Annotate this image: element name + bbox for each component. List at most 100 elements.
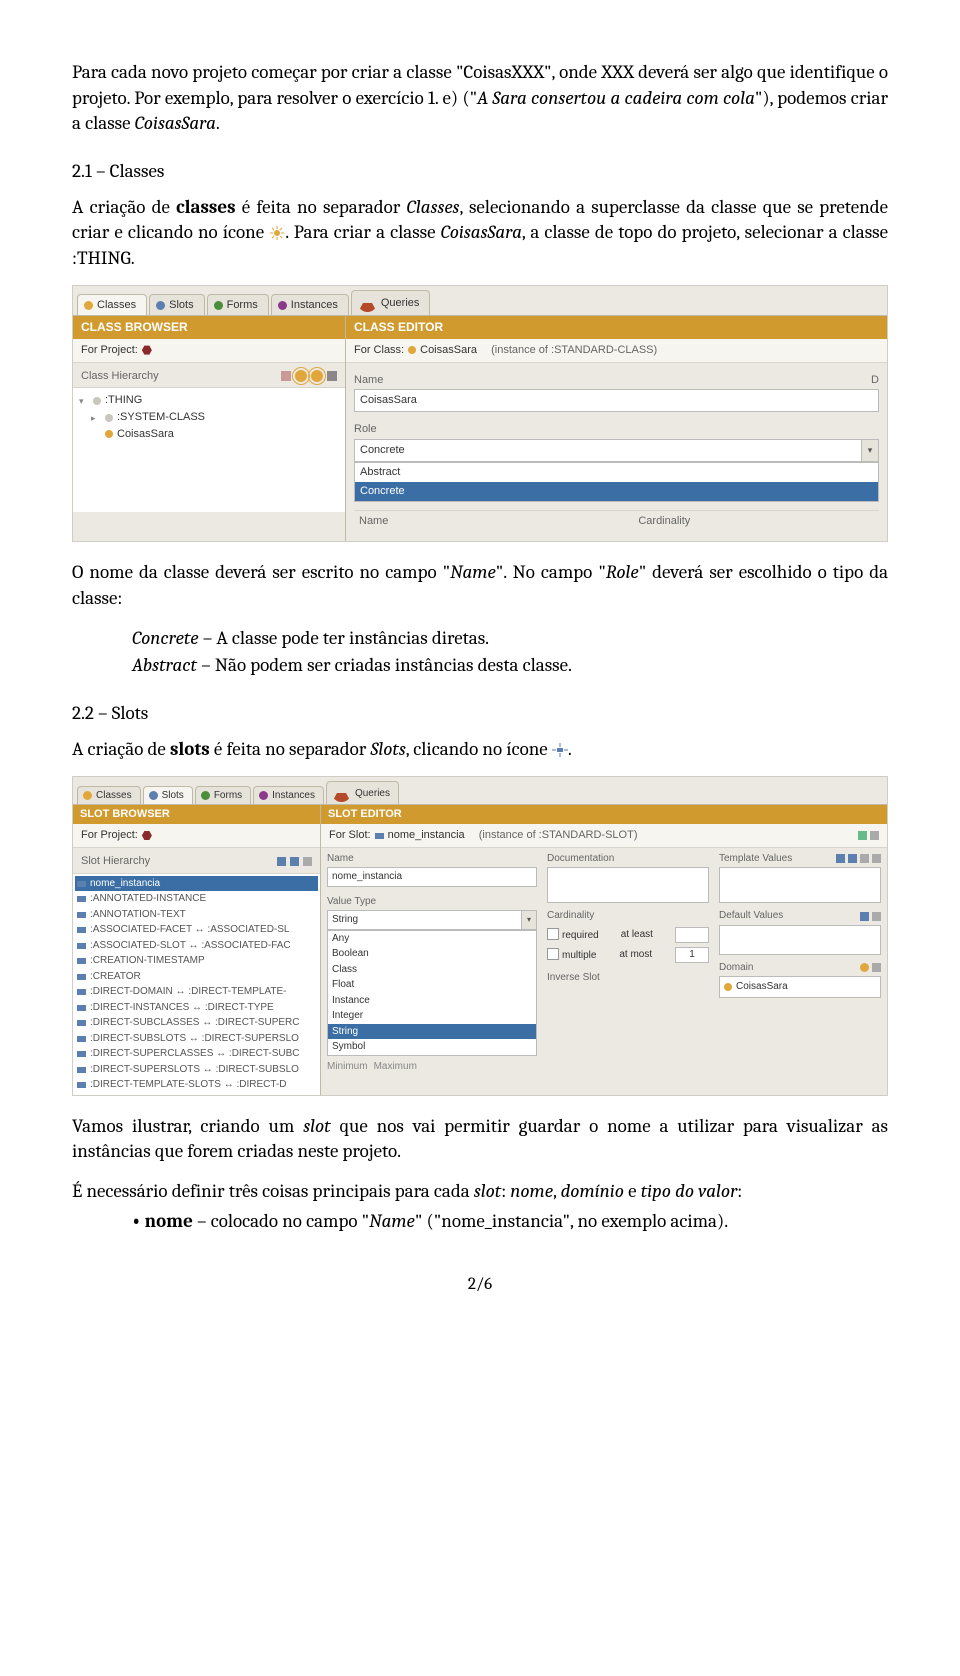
tree-item[interactable]: :ASSOCIATED-FACET ↔ :ASSOCIATED-SL bbox=[75, 922, 318, 938]
multiple-checkbox[interactable] bbox=[547, 948, 559, 960]
vt-option[interactable]: Boolean bbox=[328, 946, 536, 962]
vt-option[interactable]: Integer bbox=[328, 1008, 536, 1024]
classes-icon bbox=[84, 301, 93, 310]
tree-item-coisassara[interactable]: CoisasSara bbox=[77, 426, 341, 443]
minimum-label: Minimum bbox=[327, 1060, 368, 1074]
for-project-row: For Project: bbox=[73, 824, 320, 848]
edit-icon[interactable] bbox=[848, 854, 857, 863]
template-values-box[interactable] bbox=[719, 867, 881, 903]
chevron-down-icon[interactable]: ▾ bbox=[522, 910, 537, 930]
section-2-1-title: 2.1 – Classes bbox=[72, 159, 888, 185]
at-least-input[interactable] bbox=[675, 927, 709, 943]
default-values-label: Default Values bbox=[719, 909, 783, 923]
cardinality-label: Cardinality bbox=[547, 909, 594, 923]
tree-item[interactable]: :CREATION-TIMESTAMP bbox=[75, 953, 318, 969]
tree-item[interactable]: :DIRECT-SUBCLASSES ↔ :DIRECT-SUPERC bbox=[75, 1015, 318, 1031]
paragraph-classes: A criação de classes é feita no separado… bbox=[72, 195, 888, 272]
domain-box[interactable]: CoisasSara bbox=[719, 976, 881, 998]
at-most-input[interactable]: 1 bbox=[675, 947, 709, 963]
role-options-list[interactable]: Abstract Concrete bbox=[354, 462, 879, 502]
view-icon[interactable] bbox=[277, 857, 286, 866]
tree-item[interactable]: :DIRECT-DOMAIN ↔ :DIRECT-TEMPLATE- bbox=[75, 984, 318, 1000]
screenshot-slot-editor: Classes Slots Forms Instances Queries SL… bbox=[72, 776, 888, 1096]
note-icon[interactable] bbox=[858, 831, 867, 840]
tree-item[interactable]: :DIRECT-INSTANCES ↔ :DIRECT-TYPE bbox=[75, 1000, 318, 1016]
role-dropdown[interactable]: Concrete ▾ bbox=[354, 439, 879, 462]
create-slot-icon bbox=[552, 743, 568, 757]
create-slot-icon[interactable] bbox=[290, 857, 299, 866]
add-class-icon[interactable] bbox=[860, 963, 869, 972]
value-type-dropdown[interactable]: String ▾ bbox=[327, 910, 537, 930]
slots-icon bbox=[156, 301, 165, 310]
slots-table-header: Name Cardinality bbox=[354, 510, 879, 532]
paragraph-intro: Para cada novo projeto começar por criar… bbox=[72, 60, 888, 137]
tab-forms[interactable]: Forms bbox=[207, 294, 269, 316]
project-icon bbox=[142, 831, 152, 841]
tab-forms[interactable]: Forms bbox=[195, 786, 251, 805]
tree-item-system-class[interactable]: ▸:SYSTEM-CLASS bbox=[77, 409, 341, 426]
tree-item[interactable]: :DIRECT-TEMPLATE-SLOTS ↔ :DIRECT-D bbox=[75, 1077, 318, 1093]
tab-slots[interactable]: Slots bbox=[149, 294, 204, 316]
name-input[interactable]: CoisasSara bbox=[354, 389, 879, 412]
role-label: Role bbox=[354, 422, 879, 437]
vt-option[interactable]: Symbol bbox=[328, 1039, 536, 1055]
add-icon[interactable] bbox=[860, 912, 869, 921]
tree-item[interactable]: :ANNOTATED-INSTANCE bbox=[75, 891, 318, 907]
documentation-label: Documentation bbox=[547, 852, 614, 866]
tab-slots[interactable]: Slots bbox=[143, 786, 193, 805]
slot-hierarchy-header: Slot Hierarchy bbox=[73, 848, 320, 874]
vt-option[interactable]: Class bbox=[328, 962, 536, 978]
documentation-input[interactable] bbox=[547, 867, 709, 903]
tree-item[interactable]: :ASSOCIATED-SLOT ↔ :ASSOCIATED-FAC bbox=[75, 938, 318, 954]
vt-option[interactable]: Float bbox=[328, 977, 536, 993]
class-tree[interactable]: ▾:THING ▸:SYSTEM-CLASS CoisasSara bbox=[73, 388, 345, 512]
class-icon bbox=[724, 983, 732, 991]
tab-instances[interactable]: Instances bbox=[271, 294, 349, 316]
tab-classes[interactable]: Classes bbox=[77, 294, 147, 316]
tab-queries[interactable]: Queries bbox=[326, 781, 399, 804]
close-icon[interactable] bbox=[870, 831, 879, 840]
remove-icon[interactable] bbox=[860, 854, 869, 863]
default-values-box[interactable] bbox=[719, 925, 881, 955]
vt-option[interactable]: Instance bbox=[328, 993, 536, 1009]
slot-browser-header: SLOT BROWSER bbox=[73, 805, 320, 824]
delete-slot-icon[interactable] bbox=[303, 857, 312, 866]
slot-editor-header: SLOT EDITOR bbox=[321, 805, 887, 824]
tab-bar: Classes Slots Forms Instances Queries bbox=[73, 777, 887, 804]
name-input[interactable]: nome_instancia bbox=[327, 867, 537, 887]
page-number: 2/6 bbox=[72, 1274, 888, 1297]
remove-icon[interactable] bbox=[872, 963, 881, 972]
slot-properties-list: nome – colocado no campo "Name" ("nome_i… bbox=[132, 1209, 888, 1235]
slot-tree[interactable]: nome_instancia :ANNOTATED-INSTANCE :ANNO… bbox=[73, 874, 320, 1095]
chevron-down-icon[interactable]: ▾ bbox=[862, 439, 879, 462]
tree-item[interactable]: :DIRECT-SUBSLOTS ↔ :DIRECT-SUPERSLO bbox=[75, 1031, 318, 1047]
delete-class-icon[interactable] bbox=[327, 371, 337, 381]
tab-classes[interactable]: Classes bbox=[77, 786, 141, 805]
tree-item[interactable]: :DIRECT-SUPERCLASSES ↔ :DIRECT-SUBC bbox=[75, 1046, 318, 1062]
vt-option[interactable]: Any bbox=[328, 931, 536, 947]
role-option-concrete[interactable]: Concrete bbox=[355, 482, 878, 501]
required-checkbox[interactable] bbox=[547, 928, 559, 940]
maximum-label: Maximum bbox=[374, 1060, 417, 1074]
hierarchy-tool-icon[interactable] bbox=[281, 371, 291, 381]
minus-icon[interactable] bbox=[872, 854, 881, 863]
remove-icon[interactable] bbox=[872, 912, 881, 921]
paragraph-slot-define: É necessário definir três coisas princip… bbox=[72, 1179, 888, 1205]
add-icon[interactable] bbox=[836, 854, 845, 863]
tree-item-thing[interactable]: ▾:THING bbox=[77, 392, 341, 409]
value-type-options[interactable]: Any Boolean Class Float Instance Integer… bbox=[327, 930, 537, 1056]
tab-queries[interactable]: Queries bbox=[351, 290, 431, 315]
tree-item[interactable]: :CREATOR bbox=[75, 969, 318, 985]
classes-icon bbox=[83, 791, 92, 800]
create-subclass-icon[interactable] bbox=[311, 370, 323, 382]
template-values-label: Template Values bbox=[719, 852, 792, 866]
tree-item[interactable]: :ANNOTATION-TEXT bbox=[75, 907, 318, 923]
tree-item[interactable]: :DIRECT-SUPERSLOTS ↔ :DIRECT-SUBSLO bbox=[75, 1062, 318, 1078]
tab-instances[interactable]: Instances bbox=[253, 786, 324, 805]
role-option-abstract[interactable]: Abstract bbox=[355, 463, 878, 482]
vt-option-string[interactable]: String bbox=[328, 1024, 536, 1040]
tree-item-nome-instancia[interactable]: nome_instancia bbox=[75, 876, 318, 892]
create-class-icon[interactable] bbox=[295, 370, 307, 382]
screenshot-class-editor: Classes Slots Forms Instances Queries CL… bbox=[72, 285, 888, 542]
create-class-icon bbox=[269, 226, 285, 240]
